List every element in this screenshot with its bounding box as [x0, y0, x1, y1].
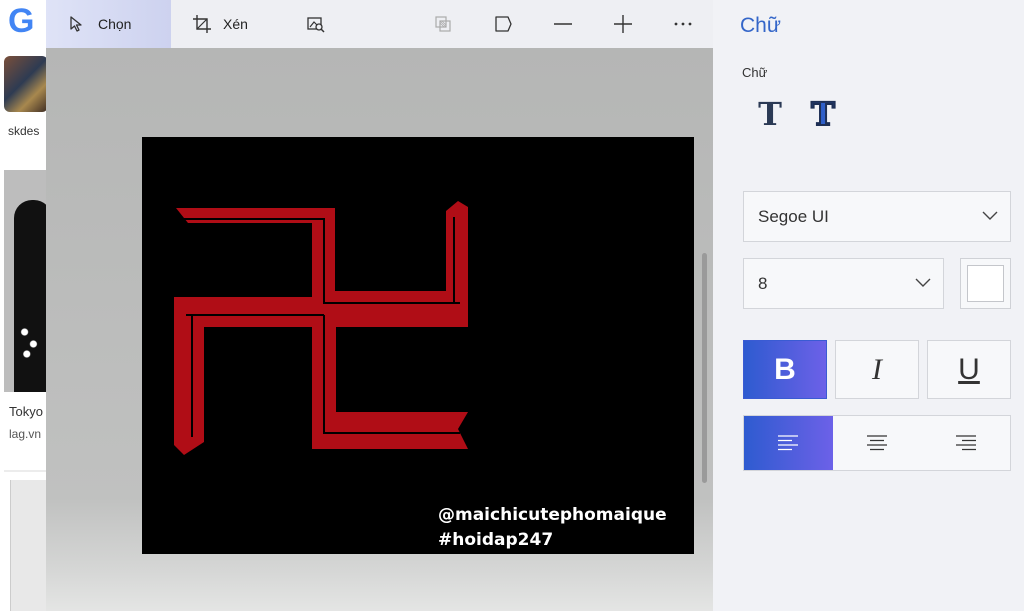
search-result-thumbnail[interactable] — [4, 170, 48, 392]
align-left-button[interactable] — [744, 416, 833, 470]
italic-label: I — [872, 352, 882, 386]
plus-icon — [612, 13, 634, 35]
image-search-button[interactable] — [305, 0, 331, 48]
overlay-icon — [432, 13, 454, 35]
flower-pattern — [18, 320, 40, 360]
text-color-picker[interactable] — [960, 258, 1011, 309]
crop-icon — [191, 13, 213, 35]
bold-label: B — [774, 352, 796, 386]
text-style-section-label: Chữ — [742, 65, 768, 80]
select-tool-button[interactable]: Chọn — [46, 0, 171, 48]
edited-image[interactable]: @maichicutephomaique #hoidap247 — [142, 137, 694, 554]
google-logo: G — [8, 2, 35, 40]
underline-button[interactable]: U — [927, 340, 1011, 399]
italic-button[interactable]: I — [835, 340, 919, 399]
align-center-button[interactable] — [832, 416, 922, 470]
align-left-icon — [778, 435, 799, 451]
zoom-out-button[interactable] — [552, 0, 574, 48]
text-settings-panel: Chữ Chữ T T Segoe UI 8 B I U — [713, 0, 1024, 611]
zoom-in-button[interactable] — [612, 0, 634, 48]
photo-editor-window: Chọn Xén @maichicutephomaique #hoidap247… — [46, 0, 1024, 611]
silhouette-figure — [14, 200, 48, 392]
plain-text-style-icon[interactable]: T — [752, 95, 788, 133]
image-search-icon — [305, 13, 327, 35]
font-size-value: 8 — [758, 273, 768, 293]
search-result-thumbnail[interactable] — [4, 56, 48, 112]
font-size-dropdown[interactable]: 8 — [743, 258, 944, 309]
align-right-button[interactable] — [921, 416, 1011, 470]
chevron-down-icon — [915, 275, 931, 293]
red-symbol-graphic — [174, 201, 468, 455]
divider — [4, 470, 48, 472]
search-result-thumbnail[interactable] — [10, 480, 48, 611]
outlined-text-style-icon[interactable]: T — [805, 94, 841, 134]
panel-title: Chữ — [740, 14, 781, 37]
text-format-group: B I U — [743, 340, 1011, 399]
align-right-icon — [955, 435, 976, 451]
font-family-value: Segoe UI — [758, 206, 829, 226]
search-result-source: lag.vn — [9, 427, 42, 441]
text-alignment-group — [743, 415, 1011, 471]
more-icon — [672, 13, 694, 35]
shape-button[interactable] — [492, 0, 516, 48]
search-result-caption[interactable]: skdes — [8, 124, 39, 138]
underline-label: U — [958, 352, 980, 386]
overlay-button[interactable] — [432, 0, 456, 48]
watermark-hashtag: #hoidap247 — [438, 530, 554, 550]
align-center-icon — [867, 435, 887, 451]
more-options-button[interactable] — [672, 0, 696, 48]
crop-tool-button[interactable]: Xén — [191, 0, 271, 48]
vertical-scrollbar[interactable] — [702, 253, 707, 483]
cursor-icon — [66, 13, 88, 35]
crop-tool-label: Xén — [223, 16, 248, 32]
text-color-swatch — [967, 265, 1004, 302]
chevron-down-icon — [982, 208, 998, 226]
watermark-username: @maichicutephomaique — [438, 505, 667, 525]
font-family-dropdown[interactable]: Segoe UI — [743, 191, 1011, 242]
search-result-title[interactable]: Tokyo — [9, 404, 43, 419]
flag-shape-icon — [492, 13, 514, 35]
bold-button[interactable]: B — [743, 340, 827, 399]
editor-toolbar: Chọn Xén — [46, 0, 713, 48]
minus-icon — [552, 13, 574, 35]
background-browser-page: G skdes Tokyo lag.vn — [0, 0, 48, 611]
select-tool-label: Chọn — [98, 16, 132, 32]
